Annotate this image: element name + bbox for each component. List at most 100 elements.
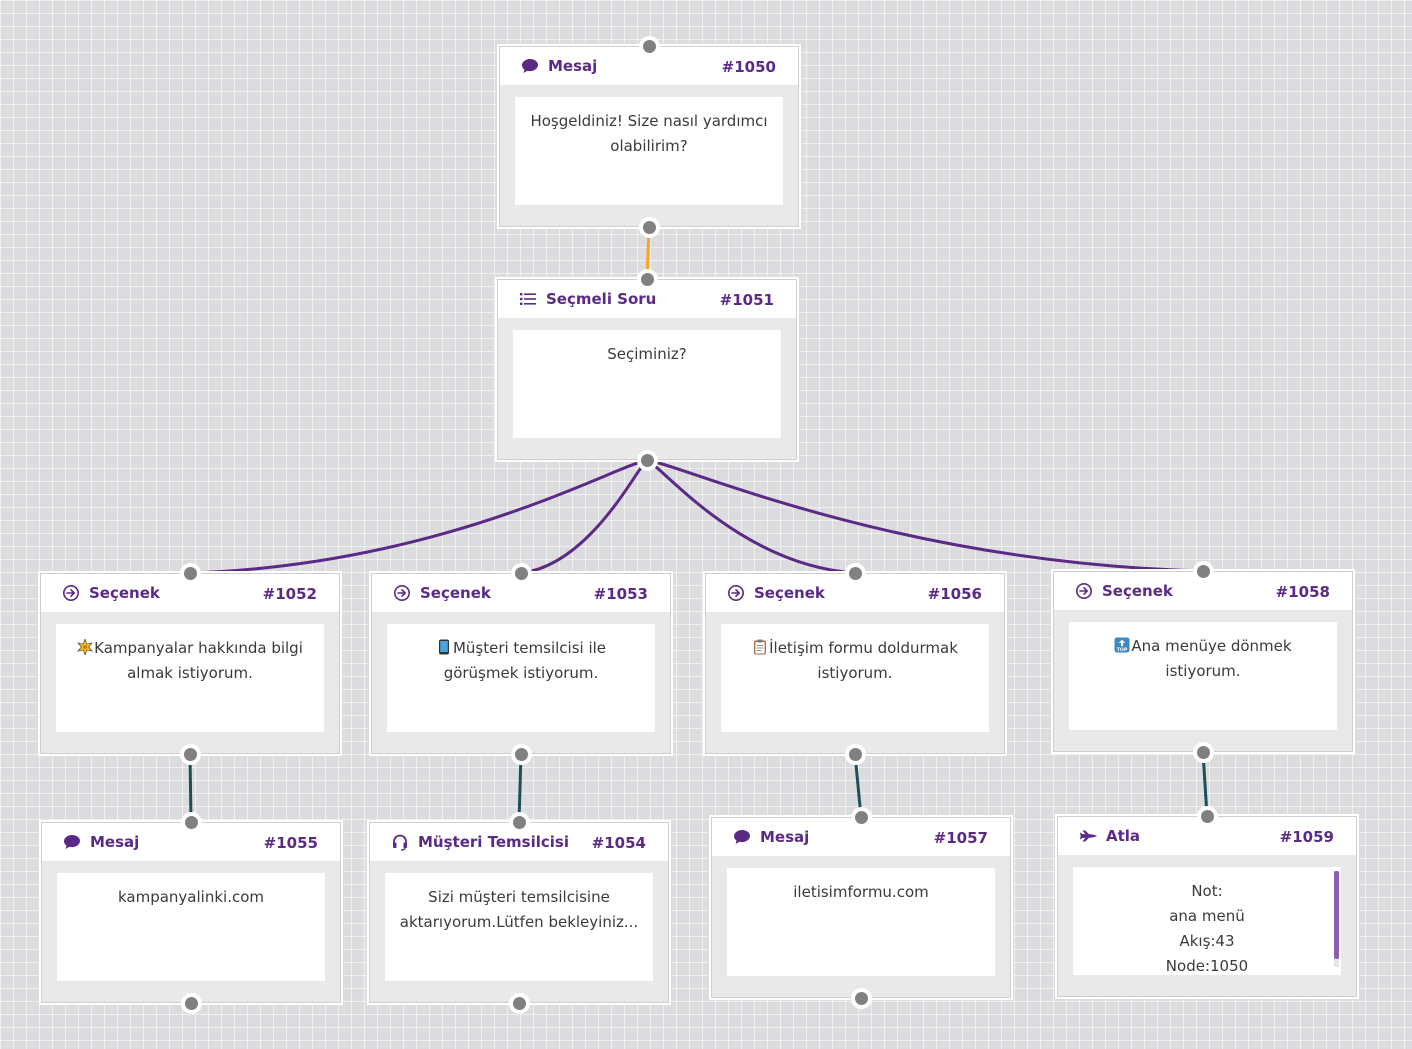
arrow-circle-icon (1074, 583, 1094, 599)
input-port[interactable] (845, 563, 866, 584)
list-icon (518, 291, 538, 307)
headset-icon (390, 834, 410, 851)
output-port[interactable] (509, 993, 530, 1014)
sparkle-emoji (77, 639, 94, 657)
connection-1051-1058[interactable] (646, 458, 1204, 573)
output-port[interactable] (181, 993, 202, 1014)
input-port[interactable] (181, 812, 202, 833)
node-body[interactable]: TOP Ana menüye dönmek istiyorum. (1069, 622, 1337, 730)
node-mesaj-1057[interactable]: Mesaj #1057 iletisimformu.com (711, 807, 1011, 1009)
arrow-circle-icon (61, 585, 81, 601)
node-id-label: #1059 (1279, 828, 1334, 846)
node-text-line: aktarıyorum.Lütfen bekleyiniz... (399, 913, 639, 931)
output-port[interactable] (511, 744, 532, 765)
node-type-label: Müşteri Temsilcisi (418, 833, 569, 851)
input-port[interactable] (1193, 561, 1214, 582)
node-type-label: Mesaj (548, 57, 598, 75)
node-text-line: istiyorum. (817, 664, 893, 682)
input-port[interactable] (511, 563, 532, 584)
node-id-label: #1051 (719, 291, 774, 309)
output-port[interactable] (851, 988, 872, 1009)
mobile-phone-emoji (436, 639, 453, 657)
scrollbar[interactable] (1334, 871, 1339, 967)
node-secenek-1052[interactable]: Seçenek #1052 Kampanyalar hakkında bilgi… (40, 563, 340, 765)
output-port[interactable] (639, 217, 660, 238)
chat-bubble-icon (732, 829, 752, 845)
input-port[interactable] (1197, 806, 1218, 827)
node-id-label: #1057 (933, 829, 988, 847)
node-type-label: Atla (1106, 827, 1141, 845)
node-id-label: #1055 (263, 834, 318, 852)
arrow-circle-icon (726, 585, 746, 601)
node-type-label: Seçenek (754, 584, 825, 602)
node-type-label: Mesaj (760, 828, 810, 846)
node-body[interactable]: Hoşgeldiniz! Size nasıl yardımcı olabilir… (515, 97, 783, 205)
input-port[interactable] (637, 269, 658, 290)
node-id-label: #1050 (721, 58, 776, 76)
node-body[interactable]: kampanyalinki.com (57, 873, 325, 981)
node-text-line: Seçiminiz? (607, 345, 687, 363)
scrollbar-thumb[interactable] (1334, 871, 1339, 959)
input-port[interactable] (639, 36, 660, 57)
node-type-label: Mesaj (90, 833, 140, 851)
output-port[interactable] (637, 450, 658, 471)
node-body[interactable]: Müşteri temsilcisi ile görüşmek istiyorum… (387, 624, 655, 732)
node-text-line: Kampanyalar hakkında bilgi (94, 639, 303, 657)
clipboard-emoji (752, 639, 769, 657)
node-musteri-temsilcisi-1054[interactable]: Müşteri Temsilcisi #1054 Sizi müşteri te… (369, 812, 669, 1014)
node-text-line: Sizi müşteri temsilcisine (428, 888, 610, 906)
node-body[interactable]: Sizi müşteri temsilcisine aktarıyorum.Lüt… (385, 873, 653, 981)
node-id-label: #1058 (1275, 583, 1330, 601)
node-text-line: görüşmek istiyorum. (443, 664, 599, 682)
chat-bubble-icon (62, 834, 82, 850)
node-text-line: ana menü (1169, 907, 1245, 925)
node-mesaj-1055[interactable]: Mesaj #1055 kampanyalinki.com (41, 812, 341, 1014)
node-id-label: #1052 (262, 585, 317, 603)
node-type-label: Seçenek (89, 584, 160, 602)
node-type-label: Seçenek (1102, 582, 1173, 600)
connection-1051-1056[interactable] (646, 458, 856, 575)
node-body[interactable]: iletisimformu.com (727, 868, 995, 976)
node-type-label: Seçmeli Soru (546, 290, 657, 308)
node-text-line: iletisimformu.com (793, 883, 929, 901)
node-text-line: Not: (1191, 882, 1223, 900)
node-text-line: Hoşgeldiniz! Size nasıl yardımcı (530, 112, 768, 130)
node-secmeli-soru-1051[interactable]: Seçmeli Soru #1051 Seçiminiz? (497, 269, 797, 471)
output-port[interactable] (180, 744, 201, 765)
node-secenek-1056[interactable]: Seçenek #1056 İletişim formu doldurmak is… (705, 563, 1005, 765)
node-text-line: Müşteri temsilcisi ile (452, 639, 607, 657)
input-port[interactable] (509, 812, 530, 833)
node-atla-1059[interactable]: Atla #1059 Not: ana menü Akış:43 Node:1050 (1057, 806, 1357, 997)
node-text-line: Akış:43 (1179, 932, 1235, 950)
chat-bubble-icon (520, 58, 540, 74)
flow-canvas[interactable]: Mesaj #1050 Hoşgeldiniz! Size nasıl yard… (0, 0, 1412, 1049)
node-body[interactable]: Not: ana menü Akış:43 Node:1050 (1073, 867, 1341, 975)
node-text-line: almak istiyorum. (127, 664, 253, 682)
rocket-icon (1078, 828, 1098, 844)
connection-1051-1053[interactable] (520, 458, 649, 575)
output-port[interactable] (1193, 742, 1214, 763)
node-id-label: #1053 (593, 585, 648, 603)
node-text-line: İletişim formu doldurmak (769, 639, 958, 657)
node-secenek-1058[interactable]: Seçenek #1058 TOP Ana menüye dönmek istiyo… (1053, 561, 1353, 763)
node-id-label: #1054 (591, 834, 646, 852)
top-arrow-emoji: TOP (1114, 637, 1131, 655)
node-mesaj-1050[interactable]: Mesaj #1050 Hoşgeldiniz! Size nasıl yard… (499, 36, 799, 238)
input-port[interactable] (851, 807, 872, 828)
svg-text:TOP: TOP (1117, 647, 1128, 653)
node-text-line: kampanyalinki.com (117, 888, 264, 906)
node-text-line: olabilirim? (610, 137, 688, 155)
node-body[interactable]: Seçiminiz? (513, 330, 781, 438)
node-text-line: Node:1050 (1165, 957, 1249, 975)
output-port[interactable] (845, 744, 866, 765)
node-type-label: Seçenek (420, 584, 491, 602)
node-body[interactable]: Kampanyalar hakkında bilgi almak istiyoru… (56, 624, 324, 732)
input-port[interactable] (180, 563, 201, 584)
node-id-label: #1056 (927, 585, 982, 603)
connection-1051-1052[interactable] (189, 458, 648, 575)
node-text-line: Ana menüye dönmek (1131, 637, 1292, 655)
node-secenek-1053[interactable]: Seçenek #1053 Müşteri temsilcisi ile görü… (371, 563, 671, 765)
node-text-line: istiyorum. (1165, 662, 1241, 680)
node-body[interactable]: İletişim formu doldurmak istiyorum. (721, 624, 989, 732)
arrow-circle-icon (392, 585, 412, 601)
